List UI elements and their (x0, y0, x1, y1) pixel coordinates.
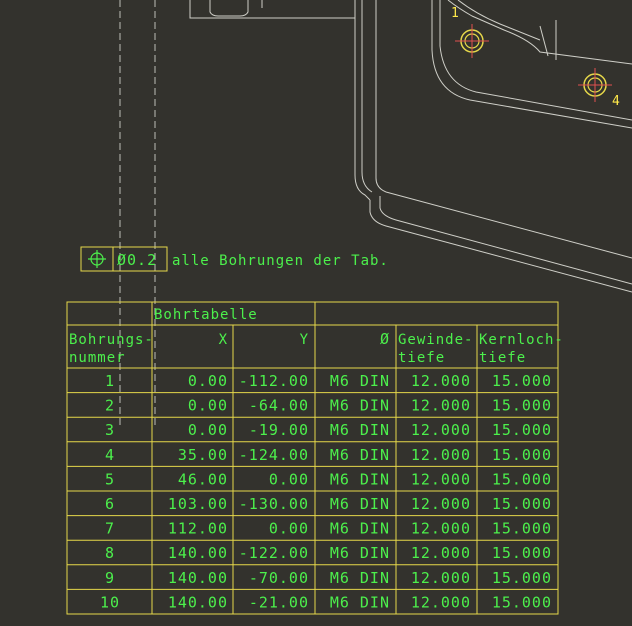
header-thread-depth-line1: Gewinde- (398, 332, 473, 348)
cell-number: 7 (105, 520, 115, 538)
table-row[interactable]: 9 140.00 -70.00 M6 DIN 12.000 15.000 (67, 569, 558, 590)
cell-thread-depth: 12.000 (411, 544, 471, 562)
cell-y: -130.00 (239, 495, 309, 513)
tolerance-value: Ø0.2 (117, 251, 157, 269)
cell-y: -112.00 (239, 372, 309, 390)
cell-x: 0.00 (188, 372, 228, 390)
cell-number: 10 (100, 593, 120, 611)
cell-y: 0.00 (269, 520, 309, 538)
table-row[interactable]: 6 103.00 -130.00 M6 DIN 12.000 15.000 (67, 495, 558, 517)
cell-core-depth: 15.000 (492, 470, 552, 488)
table-rows: 1 0.00 -112.00 M6 DIN 12.000 15.000 2 0.00 -64.0… (67, 372, 558, 611)
cell-x: 35.00 (178, 446, 228, 464)
cell-number: 3 (105, 421, 115, 439)
cell-x: 140.00 (168, 569, 228, 587)
cell-y: -124.00 (239, 446, 309, 464)
cell-y: -70.00 (249, 569, 309, 587)
cell-number: 4 (105, 446, 115, 464)
table-row[interactable]: 3 0.00 -19.00 M6 DIN 12.000 15.000 (67, 421, 558, 443)
header-y: Y (300, 332, 309, 348)
cell-y: 0.00 (269, 470, 309, 488)
cell-diameter: M6 DIN (330, 397, 390, 415)
cell-diameter: M6 DIN (330, 495, 390, 513)
cell-core-depth: 15.000 (492, 446, 552, 464)
cell-thread-depth: 12.000 (411, 593, 471, 611)
cell-y: -64.00 (249, 397, 309, 415)
cell-x: 140.00 (168, 544, 228, 562)
cell-number: 1 (105, 372, 115, 390)
cell-core-depth: 15.000 (492, 421, 552, 439)
drill-table: Bohrtabelle Bohrungs- nummer X Y Ø Gewin… (66, 301, 564, 615)
cell-number: 9 (105, 569, 115, 587)
hole-label-1: 1 (451, 6, 459, 21)
table-row[interactable]: 7 112.00 0.00 M6 DIN 12.000 15.000 (67, 520, 558, 541)
table-row[interactable]: 5 46.00 0.00 M6 DIN 12.000 15.000 (67, 470, 558, 492)
cell-number: 5 (105, 470, 115, 488)
cell-x: 112.00 (168, 520, 228, 538)
cad-drawing-canvas[interactable]: 1 4 Ø0.2 alle Bohrungen der Tab. Bohrtab… (0, 0, 632, 626)
cell-diameter: M6 DIN (330, 421, 390, 439)
table-row[interactable]: 2 0.00 -64.00 M6 DIN 12.000 15.000 (67, 397, 558, 418)
header-number-line1: Bohrungs- (69, 332, 154, 348)
cell-x: 0.00 (188, 421, 228, 439)
cell-core-depth: 15.000 (492, 397, 552, 415)
cell-thread-depth: 12.000 (411, 421, 471, 439)
table-row[interactable]: 10 140.00 -21.00 M6 DIN 12.000 15.000 (100, 593, 552, 611)
cell-thread-depth: 12.000 (411, 397, 471, 415)
cell-y: -19.00 (249, 421, 309, 439)
cell-x: 0.00 (188, 397, 228, 415)
cell-diameter: M6 DIN (330, 520, 390, 538)
cell-y: -21.00 (249, 593, 309, 611)
cell-number: 8 (105, 544, 115, 562)
tolerance-note: alle Bohrungen der Tab. (172, 253, 389, 269)
cell-core-depth: 15.000 (492, 593, 552, 611)
cell-number: 6 (105, 495, 115, 513)
header-core-depth-line1: Kernloch- (479, 332, 564, 348)
hole-marker-1[interactable]: 1 (451, 6, 489, 58)
cell-thread-depth: 12.000 (411, 470, 471, 488)
hole-label-4: 4 (612, 94, 620, 109)
cell-core-depth: 15.000 (492, 569, 552, 587)
cell-diameter: M6 DIN (330, 593, 390, 611)
table-row[interactable]: 8 140.00 -122.00 M6 DIN 12.000 15.000 (67, 544, 558, 566)
cell-diameter: M6 DIN (330, 569, 390, 587)
cell-diameter: M6 DIN (330, 544, 390, 562)
table-row[interactable]: 4 35.00 -124.00 M6 DIN 12.000 15.000 (67, 446, 558, 467)
position-icon (88, 250, 106, 268)
cell-core-depth: 15.000 (492, 544, 552, 562)
cell-thread-depth: 12.000 (411, 446, 471, 464)
header-core-depth-line2: tiefe (479, 350, 526, 366)
table-title: Bohrtabelle (154, 307, 258, 323)
header-diameter: Ø (380, 330, 390, 348)
header-thread-depth-line2: tiefe (398, 350, 445, 366)
cell-x: 103.00 (168, 495, 228, 513)
cell-diameter: M6 DIN (330, 372, 390, 390)
header-number-line2: nummer (69, 350, 126, 366)
cell-diameter: M6 DIN (330, 446, 390, 464)
cell-core-depth: 15.000 (492, 372, 552, 390)
cell-thread-depth: 12.000 (411, 372, 471, 390)
cell-number: 2 (105, 397, 115, 415)
cell-core-depth: 15.000 (492, 495, 552, 513)
cell-y: -122.00 (239, 544, 309, 562)
part-outline (189, 0, 632, 293)
cell-core-depth: 15.000 (492, 520, 552, 538)
tolerance-frame[interactable]: Ø0.2 alle Bohrungen der Tab. (80, 246, 389, 272)
cell-x: 140.00 (168, 593, 228, 611)
cell-x: 46.00 (178, 470, 228, 488)
header-x: X (219, 332, 228, 348)
hole-marker-4[interactable]: 4 (578, 68, 620, 109)
cell-thread-depth: 12.000 (411, 569, 471, 587)
cell-diameter: M6 DIN (330, 470, 390, 488)
cell-thread-depth: 12.000 (411, 495, 471, 513)
cell-thread-depth: 12.000 (411, 520, 471, 538)
table-row[interactable]: 1 0.00 -112.00 M6 DIN 12.000 15.000 (67, 372, 558, 394)
